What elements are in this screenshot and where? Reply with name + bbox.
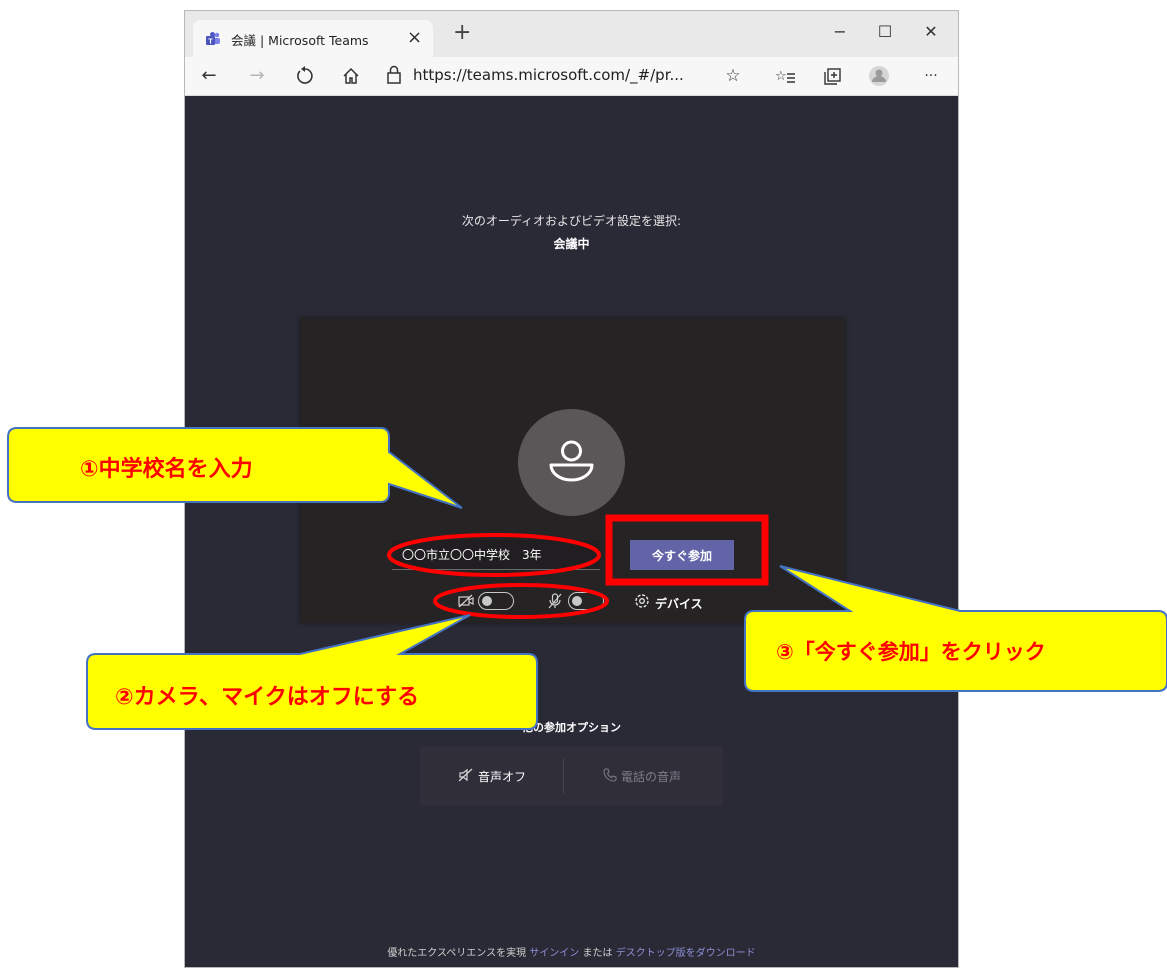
favorite-star-icon[interactable]: ☆ xyxy=(721,65,745,87)
browser-toolbar: ← → https://teams.microsoft.com/_#/pr...… xyxy=(185,57,958,96)
browser-tab[interactable]: T 会議 | Microsoft Teams × xyxy=(193,20,433,57)
tab-close-icon[interactable]: × xyxy=(407,27,422,48)
avatar xyxy=(518,409,625,516)
close-window-icon[interactable]: ✕ xyxy=(909,17,953,47)
phone-audio-option[interactable]: 電話の音声 xyxy=(621,768,681,785)
speaker-off-icon xyxy=(458,768,473,782)
mic-off-icon xyxy=(548,593,562,609)
mic-toggle[interactable] xyxy=(568,592,604,610)
sign-in-link[interactable]: サインイン xyxy=(529,948,579,959)
back-arrow-icon[interactable]: ← xyxy=(197,65,221,87)
camera-toggle[interactable] xyxy=(478,592,514,610)
refresh-icon[interactable] xyxy=(293,65,317,87)
address-bar[interactable]: https://teams.microsoft.com/_#/pr... xyxy=(385,61,747,91)
devices-label[interactable]: デバイス xyxy=(655,595,703,612)
home-icon[interactable] xyxy=(339,65,363,87)
audio-off-option[interactable]: 音声オフ xyxy=(478,768,526,785)
teams-prejoin-page: 次のオーディオおよびビデオ設定を選択: 会議中 今すぐ参加 xyxy=(185,96,958,967)
maximize-icon[interactable]: ☐ xyxy=(863,17,907,47)
download-desktop-link[interactable]: デスクトップ版をダウンロード xyxy=(616,948,756,959)
video-preview: 今すぐ参加 デバイス xyxy=(300,318,845,623)
browser-window: T 会議 | Microsoft Teams × + − ☐ ✕ ← → htt… xyxy=(184,10,959,968)
new-tab-button[interactable]: + xyxy=(453,22,471,44)
url-text: https://teams.microsoft.com/_#/pr... xyxy=(413,66,684,84)
lock-icon xyxy=(387,65,401,84)
teams-icon: T xyxy=(206,32,220,45)
favorites-list-icon[interactable]: ☆ xyxy=(773,65,797,87)
footer-text: 優れたエクスペリエンスを実現 xyxy=(387,948,527,959)
callout-1-text: ①中学校名を入力 xyxy=(80,457,253,482)
join-now-button[interactable]: 今すぐ参加 xyxy=(630,540,734,570)
minimize-icon[interactable]: − xyxy=(818,17,862,47)
phone-icon xyxy=(603,768,617,782)
footer: 優れたエクスペリエンスを実現 サインイン または デスクトップ版をダウンロード xyxy=(185,944,958,959)
callout-3-text: ③「今すぐ参加」をクリック xyxy=(776,640,1046,664)
more-icon[interactable]: ··· xyxy=(919,65,943,87)
name-input[interactable] xyxy=(392,540,600,570)
svg-text:T: T xyxy=(208,36,213,45)
gear-icon[interactable] xyxy=(633,592,651,610)
settings-prompt: 次のオーディオおよびビデオ設定を選択: xyxy=(461,214,682,228)
other-join-options: 音声オフ 電話の音声 xyxy=(420,746,723,806)
other-join-options-title: 他の参加オプション xyxy=(522,721,621,734)
collections-icon[interactable] xyxy=(821,65,845,87)
footer-or: または xyxy=(582,948,613,959)
profile-icon[interactable] xyxy=(867,65,891,87)
title-bar: T 会議 | Microsoft Teams × + − ☐ ✕ xyxy=(185,11,958,57)
meeting-name: 会議中 xyxy=(553,237,590,251)
person-icon xyxy=(549,440,594,482)
callout-2-text: ②カメラ、マイクはオフにする xyxy=(115,685,419,710)
tab-title: 会議 | Microsoft Teams xyxy=(231,33,369,48)
forward-arrow-icon[interactable]: → xyxy=(245,65,269,87)
svg-text:☆: ☆ xyxy=(775,69,787,84)
camera-off-icon xyxy=(458,594,474,608)
options-divider xyxy=(563,758,564,794)
